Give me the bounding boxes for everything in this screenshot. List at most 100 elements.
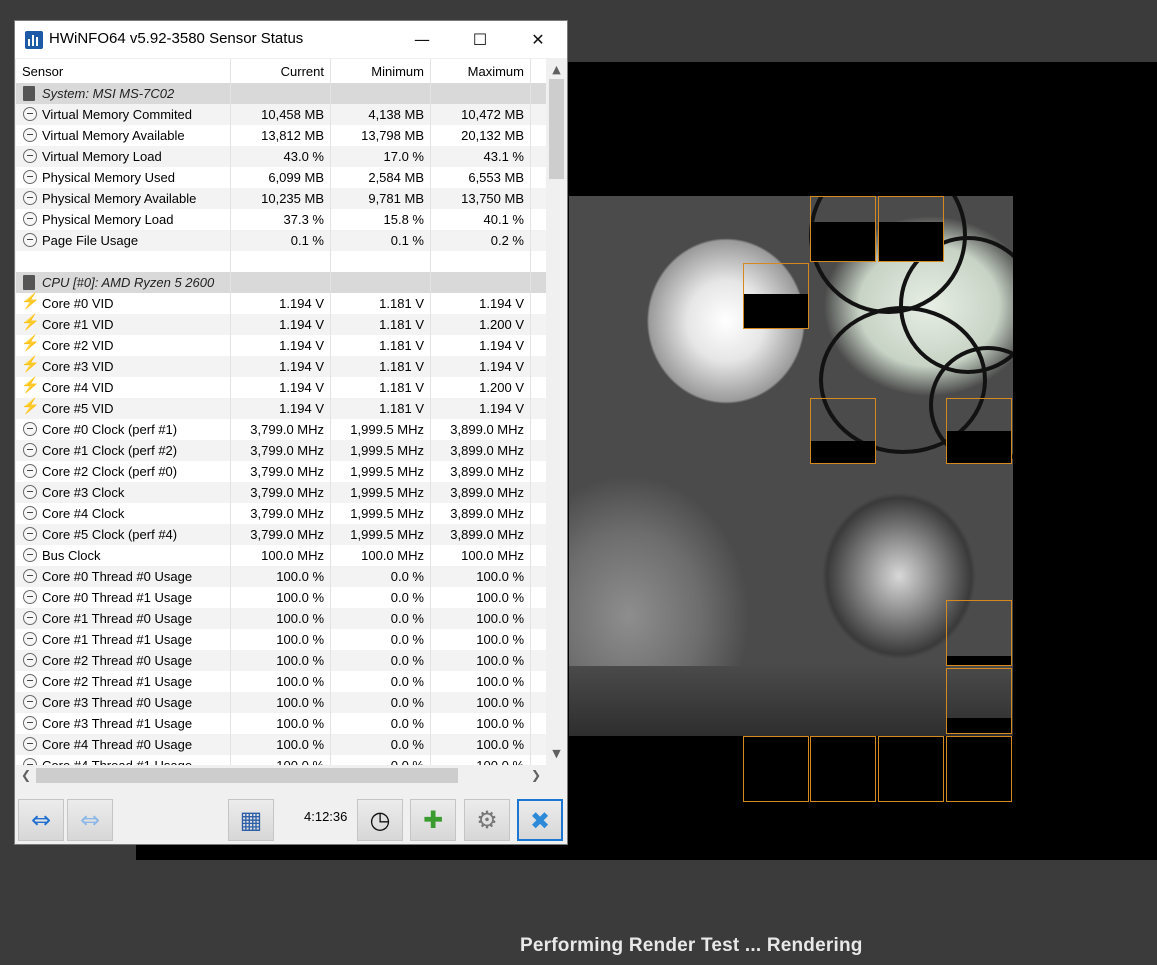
minimum-value: 1.181 V [331,335,431,356]
minimum-value: 0.0 % [331,713,431,734]
vertical-scrollbar[interactable]: ▲ ▼ [546,59,567,765]
table-row[interactable]: Core #0 Thread #1 Usage 100.0 % 0.0 % 100.0… [16,587,546,608]
title-bar[interactable]: HWiNFO64 v5.92-3580 Sensor Status — ☐ ✕ [15,21,567,58]
current-value: 6,099 MB [231,167,331,188]
table-row[interactable]: Virtual Memory Load 43.0 % 17.0 % 43.1 % [16,146,546,167]
table-row[interactable]: Core #3 Thread #0 Usage 100.0 % 0.0 % 100.0… [16,692,546,713]
render-tile [946,398,1012,464]
sensor-group-row[interactable]: CPU [#0]: AMD Ryzen 5 2600 [16,272,546,293]
minimum-value: 15.8 % [331,209,431,230]
table-row[interactable]: Physical Memory Available 10,235 MB 9,781 … [16,188,546,209]
minimum-value: 0.0 % [331,650,431,671]
scroll-up-icon[interactable]: ▲ [546,61,567,79]
scroll-down-icon[interactable]: ▼ [546,745,567,763]
minimum-value: 0.0 % [331,587,431,608]
table-row[interactable]: Bus Clock 100.0 MHz 100.0 MHz 100.0 MHz [16,545,546,566]
render-tile [810,196,876,262]
table-row[interactable]: Core #3 Clock 3,799.0 MHz 1,999.5 MHz 3,899… [16,482,546,503]
table-row[interactable]: ⚡ Core #1 VID 1.194 V 1.181 V 1.200 V [16,314,546,335]
sensor-name: Physical Memory Available [16,188,231,209]
column-header-current[interactable]: Current [231,59,331,83]
scroll-left-icon[interactable]: ❮ [16,765,36,786]
table-row[interactable]: Core #0 Thread #0 Usage 100.0 % 0.0 % 100.0… [16,566,546,587]
column-header-maximum[interactable]: Maximum [431,59,531,83]
maximum-value: 1.200 V [431,377,531,398]
maximum-value [431,272,531,293]
maximum-value: 100.0 % [431,587,531,608]
sensor-name: Core #3 Thread #1 Usage [16,713,231,734]
maximum-value: 100.0 MHz [431,545,531,566]
maximum-value: 100.0 % [431,755,531,765]
table-row[interactable]: Core #2 Clock (perf #0) 3,799.0 MHz 1,999.… [16,461,546,482]
current-value: 1.194 V [231,377,331,398]
maximum-value: 3,899.0 MHz [431,482,531,503]
minimum-value: 0.0 % [331,608,431,629]
table-row[interactable]: Core #4 Thread #1 Usage100.0 %0.0 %100.0… [16,755,546,765]
current-value: 100.0 % [231,608,331,629]
minimum-value: 13,798 MB [331,125,431,146]
sensor-name: Physical Memory Load [16,209,231,230]
maximum-value: 100.0 % [431,566,531,587]
clock-icon[interactable]: ◷ [357,799,403,841]
maximum-value: 40.1 % [431,209,531,230]
table-row[interactable]: Page File Usage 0.1 % 0.1 % 0.2 % [16,230,546,251]
table-row[interactable]: Physical Memory Used 6,099 MB 2,584 MB 6,55… [16,167,546,188]
maximize-button[interactable]: ☐ [451,21,509,58]
render-tile [878,196,944,262]
table-row[interactable]: ⚡ Core #2 VID 1.194 V 1.181 V 1.194 V [16,335,546,356]
scroll-thumb-horizontal[interactable] [36,768,458,783]
table-row[interactable]: Core #4 Thread #0 Usage 100.0 % 0.0 % 100.0… [16,734,546,755]
scroll-thumb[interactable] [549,79,564,179]
minimum-value: 1.181 V [331,377,431,398]
column-header-sensor[interactable]: Sensor [16,59,231,83]
column-header-minimum[interactable]: Minimum [331,59,431,83]
table-row[interactable]: Virtual Memory Available 13,812 MB 13,798 … [16,125,546,146]
table-row[interactable]: ⚡ Core #5 VID 1.194 V 1.181 V 1.194 V [16,398,546,419]
sensor-name: Core #0 Thread #1 Usage [16,587,231,608]
minimize-button[interactable]: — [393,21,451,58]
log-icon[interactable]: ✚ [410,799,456,841]
render-tile [810,736,876,802]
table-row[interactable]: ⚡ Core #4 VID 1.194 V 1.181 V 1.200 V [16,377,546,398]
table-row[interactable]: Core #1 Thread #1 Usage 100.0 % 0.0 % 100.0… [16,629,546,650]
bottom-toolbar: ⇔ ⇔ ▦ 4:12:36 ◷ ✚ ⚙ ✖ [15,791,567,844]
close-button[interactable]: ✕ [509,21,567,58]
sensor-name: Core #0 Thread #0 Usage [16,566,231,587]
table-row[interactable]: Core #1 Thread #0 Usage 100.0 % 0.0 % 100.0… [16,608,546,629]
nav-collapse-icon[interactable]: ⇔ [67,799,113,841]
maximum-value: 3,899.0 MHz [431,461,531,482]
maximum-value: 1.200 V [431,314,531,335]
settings-icon[interactable]: ⚙ [464,799,510,841]
network-icon[interactable]: ▦ [228,799,274,841]
sensor-group-row[interactable]: System: MSI MS-7C02 [16,83,546,104]
maximum-value: 20,132 MB [431,125,531,146]
sensor-name: Core #4 Thread #1 Usage [16,755,231,765]
minimum-value: 1.181 V [331,398,431,419]
table-row[interactable]: Core #3 Thread #1 Usage 100.0 % 0.0 % 100.0… [16,713,546,734]
current-value: 13,812 MB [231,125,331,146]
table-row[interactable]: Core #2 Thread #1 Usage 100.0 % 0.0 % 100.0… [16,671,546,692]
sensor-name: Core #1 VID [16,314,231,335]
horizontal-scrollbar[interactable]: ❮ ❯ [16,765,546,786]
table-row[interactable]: Core #4 Clock 3,799.0 MHz 1,999.5 MHz 3,899… [16,503,546,524]
table-row[interactable]: Core #1 Clock (perf #2) 3,799.0 MHz 1,999.… [16,440,546,461]
nav-expand-icon[interactable]: ⇔ [18,799,64,841]
current-value: 1.194 V [231,398,331,419]
blank-row[interactable] [16,251,546,272]
table-row[interactable]: Core #0 Clock (perf #1) 3,799.0 MHz 1,999.… [16,419,546,440]
current-value: 0.1 % [231,230,331,251]
maximum-value: 1.194 V [431,398,531,419]
table-row[interactable]: Core #2 Thread #0 Usage 100.0 % 0.0 % 100.0… [16,650,546,671]
current-value: 100.0 % [231,650,331,671]
scroll-right-icon[interactable]: ❯ [526,765,546,786]
sensor-name: Virtual Memory Commited [16,104,231,125]
current-value: 3,799.0 MHz [231,440,331,461]
sensor-name: Core #3 Clock [16,482,231,503]
exit-icon[interactable]: ✖ [517,799,563,841]
table-row[interactable]: Core #5 Clock (perf #4) 3,799.0 MHz 1,999.… [16,524,546,545]
table-row[interactable]: Physical Memory Load 37.3 % 15.8 % 40.1 % [16,209,546,230]
table-row[interactable]: Virtual Memory Commited 10,458 MB 4,138 MB… [16,104,546,125]
elapsed-timer: 4:12:36 [304,809,348,824]
table-row[interactable]: ⚡ Core #3 VID 1.194 V 1.181 V 1.194 V [16,356,546,377]
table-row[interactable]: ⚡ Core #0 VID 1.194 V 1.181 V 1.194 V [16,293,546,314]
